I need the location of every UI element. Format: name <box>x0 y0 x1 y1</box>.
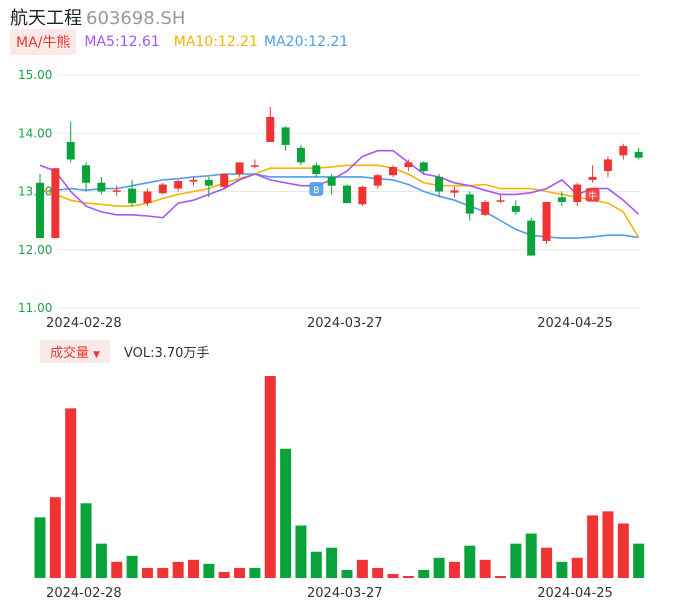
candle-body <box>327 176 336 186</box>
candle-body <box>496 200 505 202</box>
volume-x-tick-label: 2024-04-25 <box>537 586 613 601</box>
volume-bar <box>172 561 184 578</box>
volume-bar <box>418 569 430 578</box>
x-tick-label: 2024-02-28 <box>46 316 122 331</box>
candle-body <box>450 190 459 193</box>
volume-bar <box>541 547 553 578</box>
volume-bar <box>264 376 276 578</box>
candle-body <box>281 127 290 145</box>
candle-body <box>634 151 643 158</box>
candle-body <box>36 182 44 239</box>
candle-body <box>174 181 183 189</box>
volume-bar <box>310 551 322 578</box>
volume-bar <box>341 569 353 578</box>
volume-bar <box>495 575 506 578</box>
candle-body <box>481 201 490 215</box>
signal-marker-label: 牛 <box>588 190 597 202</box>
volume-bar <box>111 561 123 578</box>
candle-body <box>66 141 75 160</box>
volume-bar <box>65 408 77 578</box>
candle-body <box>143 191 152 204</box>
candle-body <box>343 185 351 204</box>
candle-body <box>250 165 259 167</box>
volume-x-tick-label: 2024-03-27 <box>307 586 383 601</box>
y-tick-label: 15.00 <box>18 68 52 82</box>
volume-bar <box>356 559 368 578</box>
volume-bar <box>34 517 46 578</box>
candle-body <box>527 220 536 256</box>
candle-body <box>97 182 106 192</box>
candle-body <box>573 184 582 202</box>
candle-body <box>603 159 612 172</box>
x-tick-label: 2024-03-27 <box>307 316 383 331</box>
candle-body <box>619 146 628 156</box>
y-tick-label: 11.00 <box>18 301 52 315</box>
candle-body <box>465 194 474 214</box>
candle-body <box>158 184 167 194</box>
kline-chart[interactable]: 15.0014.0013.0012.0011.002024-02-28 2024-… <box>0 0 686 606</box>
candle-body <box>404 162 413 168</box>
candle-body <box>220 174 229 187</box>
volume-x-tick-label: 2024-02-28 <box>46 586 122 601</box>
volume-bar <box>633 543 645 578</box>
volume-bar <box>188 559 199 578</box>
candle-body <box>128 188 137 204</box>
volume-bar <box>387 573 399 578</box>
volume-bar <box>141 567 153 578</box>
candle-body <box>373 175 382 186</box>
candle-body <box>82 165 91 183</box>
x-tick-label: 2024-04-25 <box>537 316 613 331</box>
volume-bar <box>525 533 537 578</box>
signal-marker-label: B <box>313 186 319 196</box>
candle-body <box>235 162 244 175</box>
y-tick-label: 14.00 <box>18 126 52 140</box>
candle-body <box>204 179 213 186</box>
volume-bar <box>372 567 384 578</box>
volume-bar <box>587 515 599 578</box>
volume-bar <box>617 523 629 578</box>
volume-bar <box>126 555 138 578</box>
candle-body <box>435 176 444 192</box>
volume-bar <box>49 497 61 578</box>
volume-bar <box>218 571 230 578</box>
volume-bar <box>479 559 491 578</box>
candle-body <box>557 197 566 202</box>
volume-bar <box>556 561 568 578</box>
volume-bar <box>203 563 215 578</box>
volume-bar <box>402 575 414 578</box>
volume-bar <box>280 448 292 578</box>
volume-bar <box>571 557 583 578</box>
volume-bar <box>510 543 522 578</box>
candle-body <box>358 186 367 205</box>
candle-body <box>588 176 597 180</box>
candle-body <box>189 179 198 182</box>
candle-body <box>542 201 551 242</box>
candle-body <box>51 168 60 239</box>
volume-bar <box>433 557 445 578</box>
y-tick-label: 12.00 <box>18 243 52 257</box>
candle-body <box>296 147 305 163</box>
candle-body <box>511 206 520 212</box>
volume-bar <box>602 511 614 578</box>
volume-bar <box>157 567 169 578</box>
volume-bar <box>295 525 307 578</box>
volume-bar <box>80 503 92 578</box>
candle-body <box>266 116 275 142</box>
candle-body <box>389 167 398 176</box>
candle-body <box>112 190 121 192</box>
volume-bar <box>249 567 261 578</box>
volume-bar <box>464 545 476 578</box>
candle-body <box>312 165 321 175</box>
volume-bar <box>95 543 107 578</box>
volume-bar <box>448 561 460 578</box>
volume-bar <box>234 567 246 578</box>
volume-bar <box>326 547 338 578</box>
candle-body <box>419 162 428 172</box>
